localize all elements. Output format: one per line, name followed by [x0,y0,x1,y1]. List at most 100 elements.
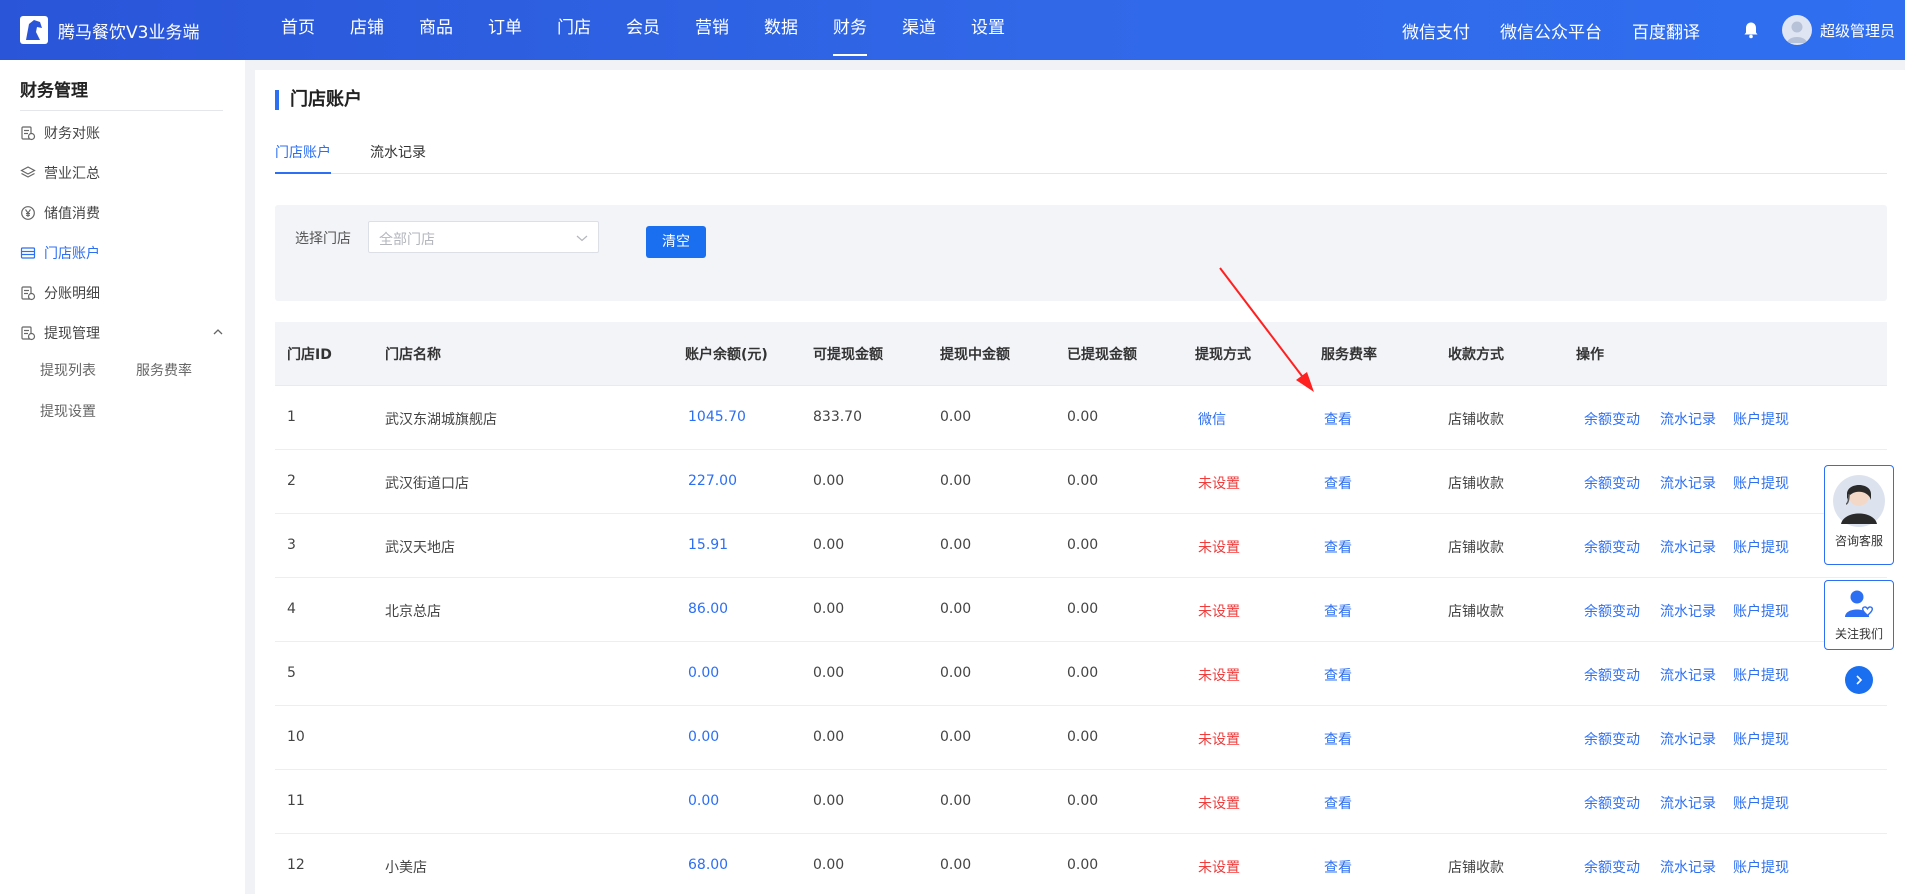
sidebar-sub-service-rate[interactable]: 服务费率 [136,360,192,380]
cell-withdrawn: 0.00 [1067,537,1099,553]
sidebar-item-split-details[interactable]: 分账明细 [20,283,100,303]
cell-withdrawable: 0.00 [813,665,845,681]
th-withdrawable: 可提现金额 [813,347,883,363]
nav-home[interactable]: 首页 [281,0,315,60]
flow-record-link[interactable]: 流水记录 [1660,729,1716,749]
account-withdraw-link[interactable]: 账户提现 [1733,473,1789,493]
balance-change-link[interactable]: 余额变动 [1584,793,1640,813]
balance-change-link[interactable]: 余额变动 [1584,473,1640,493]
cell-receive-method: 店铺收款 [1448,412,1504,428]
cell-method[interactable]: 微信 [1198,409,1226,429]
user-menu[interactable]: 超级管理员 [1781,15,1895,45]
nav-data[interactable]: 数据 [764,0,798,60]
balance-change-link[interactable]: 余额变动 [1584,601,1640,621]
cell-balance[interactable]: 68.00 [688,857,728,873]
tab-store-account[interactable]: 门店账户 [275,142,331,174]
nav-shop[interactable]: 店铺 [350,0,384,60]
cell-view-rate-link[interactable]: 查看 [1324,665,1352,685]
nav-orders[interactable]: 订单 [488,0,522,60]
cell-withdrawn: 0.00 [1067,793,1099,809]
sidebar-item-stored-value[interactable]: 储值消费 [20,203,100,223]
cell-balance[interactable]: 0.00 [688,665,719,681]
link-baidu-translate[interactable]: 百度翻译 [1632,18,1700,43]
balance-change-link[interactable]: 余额变动 [1584,857,1640,877]
cell-store-name: 武汉街道口店 [385,476,469,492]
cell-balance[interactable]: 86.00 [688,601,728,617]
customer-service-button[interactable]: 咨询客服 [1824,465,1894,565]
cell-withdrawable: 0.00 [813,729,845,745]
link-wechat-pay[interactable]: 微信支付 [1402,18,1470,43]
account-withdraw-link[interactable]: 账户提现 [1733,729,1789,749]
flow-record-link[interactable]: 流水记录 [1660,857,1716,877]
cell-pending: 0.00 [940,793,972,809]
sidebar: 财务管理 [0,60,245,894]
cell-balance[interactable]: 1045.70 [688,409,746,425]
flow-record-link[interactable]: 流水记录 [1660,601,1716,621]
cell-balance[interactable]: 0.00 [688,729,719,745]
ledger-icon [20,285,36,301]
table-body: 1 武汉东湖城旗舰店 1045.70 833.70 0.00 0.00 微信 查看 店铺收款 余额… [275,386,1887,894]
account-withdraw-link[interactable]: 账户提现 [1733,601,1789,621]
tab-flow-records[interactable]: 流水记录 [370,142,426,174]
cell-pending: 0.00 [940,729,972,745]
sidebar-sub-withdraw-list[interactable]: 提现列表 [40,360,96,380]
card-icon [20,245,36,261]
nav-settings[interactable]: 设置 [971,0,1005,60]
account-withdraw-link[interactable]: 账户提现 [1733,793,1789,813]
cell-view-rate-link[interactable]: 查看 [1324,473,1352,493]
ledger-icon [20,325,36,341]
horse-logo-icon [20,16,48,44]
cell-balance[interactable]: 15.91 [688,537,728,553]
cell-method: 未设置 [1198,668,1240,684]
account-withdraw-link[interactable]: 账户提现 [1733,665,1789,685]
nav-channels[interactable]: 渠道 [902,0,936,60]
cell-view-rate-link[interactable]: 查看 [1324,793,1352,813]
follow-us-button[interactable]: 关注我们 [1824,580,1894,650]
clear-button[interactable]: 清空 [646,226,706,258]
balance-change-link[interactable]: 余额变动 [1584,665,1640,685]
cell-view-rate-link[interactable]: 查看 [1324,857,1352,877]
app-title: 腾马餐饮V3业务端 [58,22,200,43]
sidebar-item-business-summary[interactable]: 营业汇总 [20,163,100,183]
table-row: 10 0.00 0.00 0.00 0.00 未设置 查看 余额变动 流水记录 账户提现 [275,706,1887,770]
store-select[interactable]: 全部门店 [368,221,599,253]
sidebar-item-withdraw-management[interactable]: 提现管理 [20,323,100,343]
balance-change-link[interactable]: 余额变动 [1584,537,1640,557]
cell-method: 未设置 [1198,476,1240,492]
chevron-up-icon[interactable] [212,326,224,338]
brand[interactable]: 腾马餐饮V3业务端 [0,16,260,44]
cell-view-rate-link[interactable]: 查看 [1324,729,1352,749]
flow-record-link[interactable]: 流水记录 [1660,665,1716,685]
bell-icon[interactable] [1742,21,1760,39]
nav-marketing[interactable]: 营销 [695,0,729,60]
cell-view-rate-link[interactable]: 查看 [1324,537,1352,557]
nav-stores[interactable]: 门店 [557,0,591,60]
nav-products[interactable]: 商品 [419,0,453,60]
flow-record-link[interactable]: 流水记录 [1660,537,1716,557]
customer-service-label: 咨询客服 [1834,534,1883,548]
nav-members[interactable]: 会员 [626,0,660,60]
table-row: 12 小美店 68.00 0.00 0.00 0.00 未设置 查看 店铺收款 余额变动 流水记录账… [275,834,1887,894]
balance-change-link[interactable]: 余额变动 [1584,409,1640,429]
account-withdraw-link[interactable]: 账户提现 [1733,857,1789,877]
nav-finance[interactable]: 财务 [833,0,867,60]
cell-balance[interactable]: 0.00 [688,793,719,809]
cell-view-rate-link[interactable]: 查看 [1324,409,1352,429]
cell-store-name: 武汉天地店 [385,540,455,556]
flow-record-link[interactable]: 流水记录 [1660,793,1716,813]
sidebar-item-store-account[interactable]: 门店账户 [20,243,100,263]
balance-change-link[interactable]: 余额变动 [1584,729,1640,749]
cell-withdrawable: 0.00 [813,793,845,809]
cell-view-rate-link[interactable]: 查看 [1324,601,1352,621]
expand-float-button[interactable] [1845,666,1873,694]
layers-icon [20,165,36,181]
cell-store-id: 1 [287,409,296,425]
sidebar-item-reconciliation[interactable]: 财务对账 [20,123,100,143]
account-withdraw-link[interactable]: 账户提现 [1733,537,1789,557]
flow-record-link[interactable]: 流水记录 [1660,409,1716,429]
sidebar-sub-withdraw-settings[interactable]: 提现设置 [40,401,96,421]
link-wechat-mp[interactable]: 微信公众平台 [1500,18,1602,43]
cell-balance[interactable]: 227.00 [688,473,737,489]
account-withdraw-link[interactable]: 账户提现 [1733,409,1789,429]
flow-record-link[interactable]: 流水记录 [1660,473,1716,493]
